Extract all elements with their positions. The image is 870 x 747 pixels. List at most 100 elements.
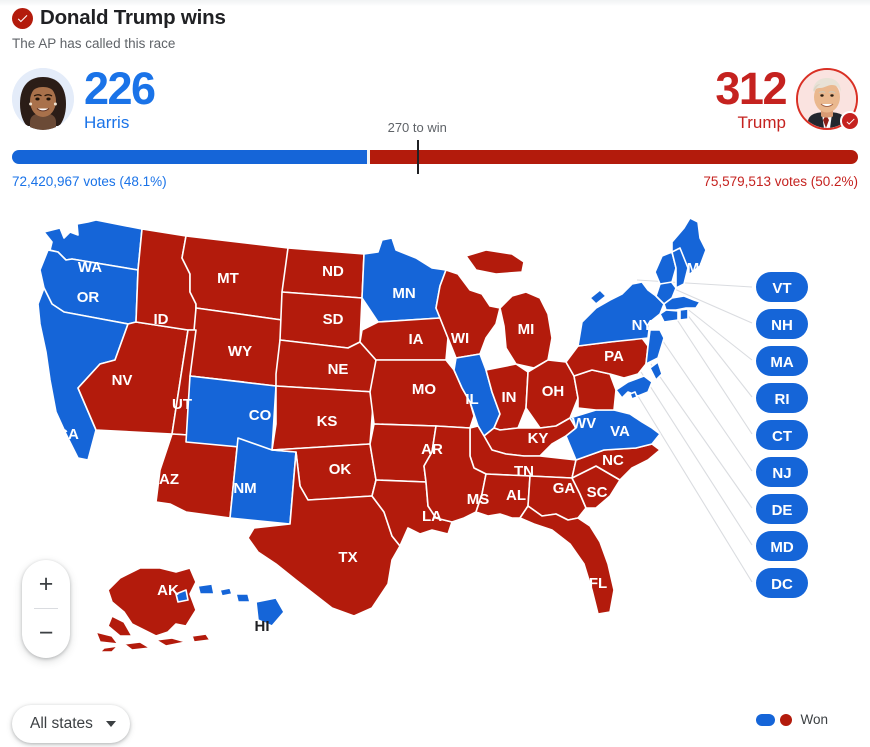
callout-MD[interactable]: MD: [756, 531, 808, 561]
state-NJ-shape[interactable]: [645, 329, 665, 365]
callout-DE[interactable]: DE: [756, 494, 808, 524]
callout-label-NJ: NJ: [772, 465, 791, 482]
state-RI-shape[interactable]: [679, 308, 689, 321]
us-election-map[interactable]: WA OR CA NV ID MT WY UT AZ CO NM ND SD N…: [0, 212, 870, 682]
state-NE[interactable]: [275, 339, 377, 393]
us-map-svg[interactable]: WA OR CA NV ID MT WY UT AZ CO NM ND SD N…: [0, 212, 870, 682]
harris-avatar-wrap: [12, 68, 74, 131]
callout-RI[interactable]: RI: [756, 383, 808, 413]
label-PA: PA: [604, 348, 624, 365]
label-TX: TX: [338, 549, 357, 566]
label-IL: IL: [465, 391, 478, 408]
label-NM: NM: [233, 480, 256, 497]
map-zoom-controls[interactable]: + −: [22, 560, 70, 658]
callout-DC[interactable]: DC: [756, 568, 808, 598]
harris-popular-votes: 72,420,967 votes (48.1%): [12, 174, 167, 189]
label-WV: WV: [572, 415, 596, 432]
label-CA: CA: [57, 426, 79, 443]
label-MO: MO: [412, 381, 436, 398]
label-UT: UT: [172, 396, 192, 413]
label-OK: OK: [329, 461, 352, 478]
trump-avatar-wrap: [796, 68, 860, 132]
popular-vote-row: 72,420,967 votes (48.1%) 75,579,513 vote…: [12, 174, 858, 189]
label-SC: SC: [587, 484, 608, 501]
label-GA: GA: [553, 480, 576, 497]
label-AR: AR: [421, 441, 443, 458]
trump-electoral-votes: 312: [715, 63, 787, 114]
callout-label-NH: NH: [771, 317, 793, 334]
label-CO: CO: [249, 407, 272, 424]
zoom-in-button[interactable]: +: [22, 560, 70, 608]
label-MN: MN: [392, 285, 415, 302]
label-IA: IA: [409, 331, 424, 348]
candidate-harris[interactable]: 226 Harris: [12, 63, 156, 132]
harris-name: Harris: [84, 112, 130, 132]
label-OR: OR: [77, 289, 100, 306]
label-NE: NE: [328, 361, 349, 378]
state-AK[interactable]: [95, 567, 197, 645]
legend-blue-swatch: [756, 713, 776, 726]
state-FL[interactable]: [519, 505, 615, 615]
label-AK: AK: [157, 582, 179, 599]
callout-pills[interactable]: VT NH MA RI CT NJ DE MD DC: [756, 272, 808, 598]
callout-CT[interactable]: CT: [756, 420, 808, 450]
zoom-out-button[interactable]: −: [22, 609, 70, 657]
state-MN[interactable]: [361, 237, 447, 323]
threshold-tick: [417, 140, 420, 174]
legend-red-swatch: [780, 713, 793, 726]
label-NC: NC: [602, 452, 624, 469]
election-results-panel: Donald Trump wins The AP has called this…: [0, 0, 870, 747]
state-CT-shape[interactable]: [659, 309, 679, 323]
state-WV[interactable]: [573, 369, 617, 411]
callout-label-CT: CT: [772, 428, 792, 445]
label-KY: KY: [528, 430, 549, 447]
label-OH: OH: [542, 383, 565, 400]
callout-label-VT: VT: [772, 280, 791, 297]
callout-label-MA: MA: [770, 354, 793, 371]
to-win-label: 270 to win: [387, 120, 447, 135]
label-NY: NY: [632, 317, 653, 334]
trump-name: Trump: [737, 112, 787, 132]
state-IA[interactable]: [359, 317, 449, 361]
label-ND: ND: [322, 263, 344, 280]
label-SD: SD: [323, 311, 344, 328]
page-title: Donald Trump wins: [40, 6, 226, 30]
top-strip: [0, 0, 870, 6]
callout-label-DE: DE: [772, 502, 793, 519]
harris-avatar: [12, 68, 74, 131]
label-WI: WI: [451, 330, 469, 347]
label-WA: WA: [78, 259, 102, 276]
state-filter-dropdown[interactable]: All states: [12, 705, 130, 743]
label-KS: KS: [317, 413, 338, 430]
state-SD[interactable]: [279, 291, 363, 349]
label-LA: LA: [422, 508, 442, 525]
label-IN: IN: [502, 389, 517, 406]
harris-electoral-votes: 226: [84, 63, 156, 114]
winner-check-icon: [840, 111, 860, 132]
harris-progress-fill: [12, 150, 368, 164]
callout-NJ[interactable]: NJ: [756, 457, 808, 487]
label-FL: FL: [589, 575, 607, 592]
state-DC-shape: [629, 391, 638, 400]
callout-NH[interactable]: NH: [756, 309, 808, 339]
race-subtitle: The AP has called this race: [12, 36, 176, 51]
label-TN: TN: [514, 463, 534, 480]
label-WY: WY: [228, 343, 252, 360]
label-AZ: AZ: [159, 471, 179, 488]
candidate-trump[interactable]: 312 Trump: [715, 63, 860, 132]
label-AL: AL: [506, 487, 526, 504]
label-MI: MI: [518, 321, 535, 338]
legend-label: Won: [800, 712, 828, 727]
callout-VT[interactable]: VT: [756, 272, 808, 302]
callout-MA[interactable]: MA: [756, 346, 808, 376]
label-HI: HI: [255, 618, 270, 635]
label-MT: MT: [217, 270, 239, 287]
chevron-down-icon: [105, 721, 116, 727]
trump-popular-votes: 75,579,513 votes (50.2%): [703, 174, 858, 189]
trump-tally: 312 Trump: [715, 63, 787, 132]
label-MS: MS: [467, 491, 490, 508]
callout-label-RI: RI: [775, 391, 790, 408]
callout-label-DC: DC: [771, 576, 793, 593]
harris-tally: 226 Harris: [84, 63, 156, 132]
header: Donald Trump wins The AP has called this…: [12, 8, 858, 52]
